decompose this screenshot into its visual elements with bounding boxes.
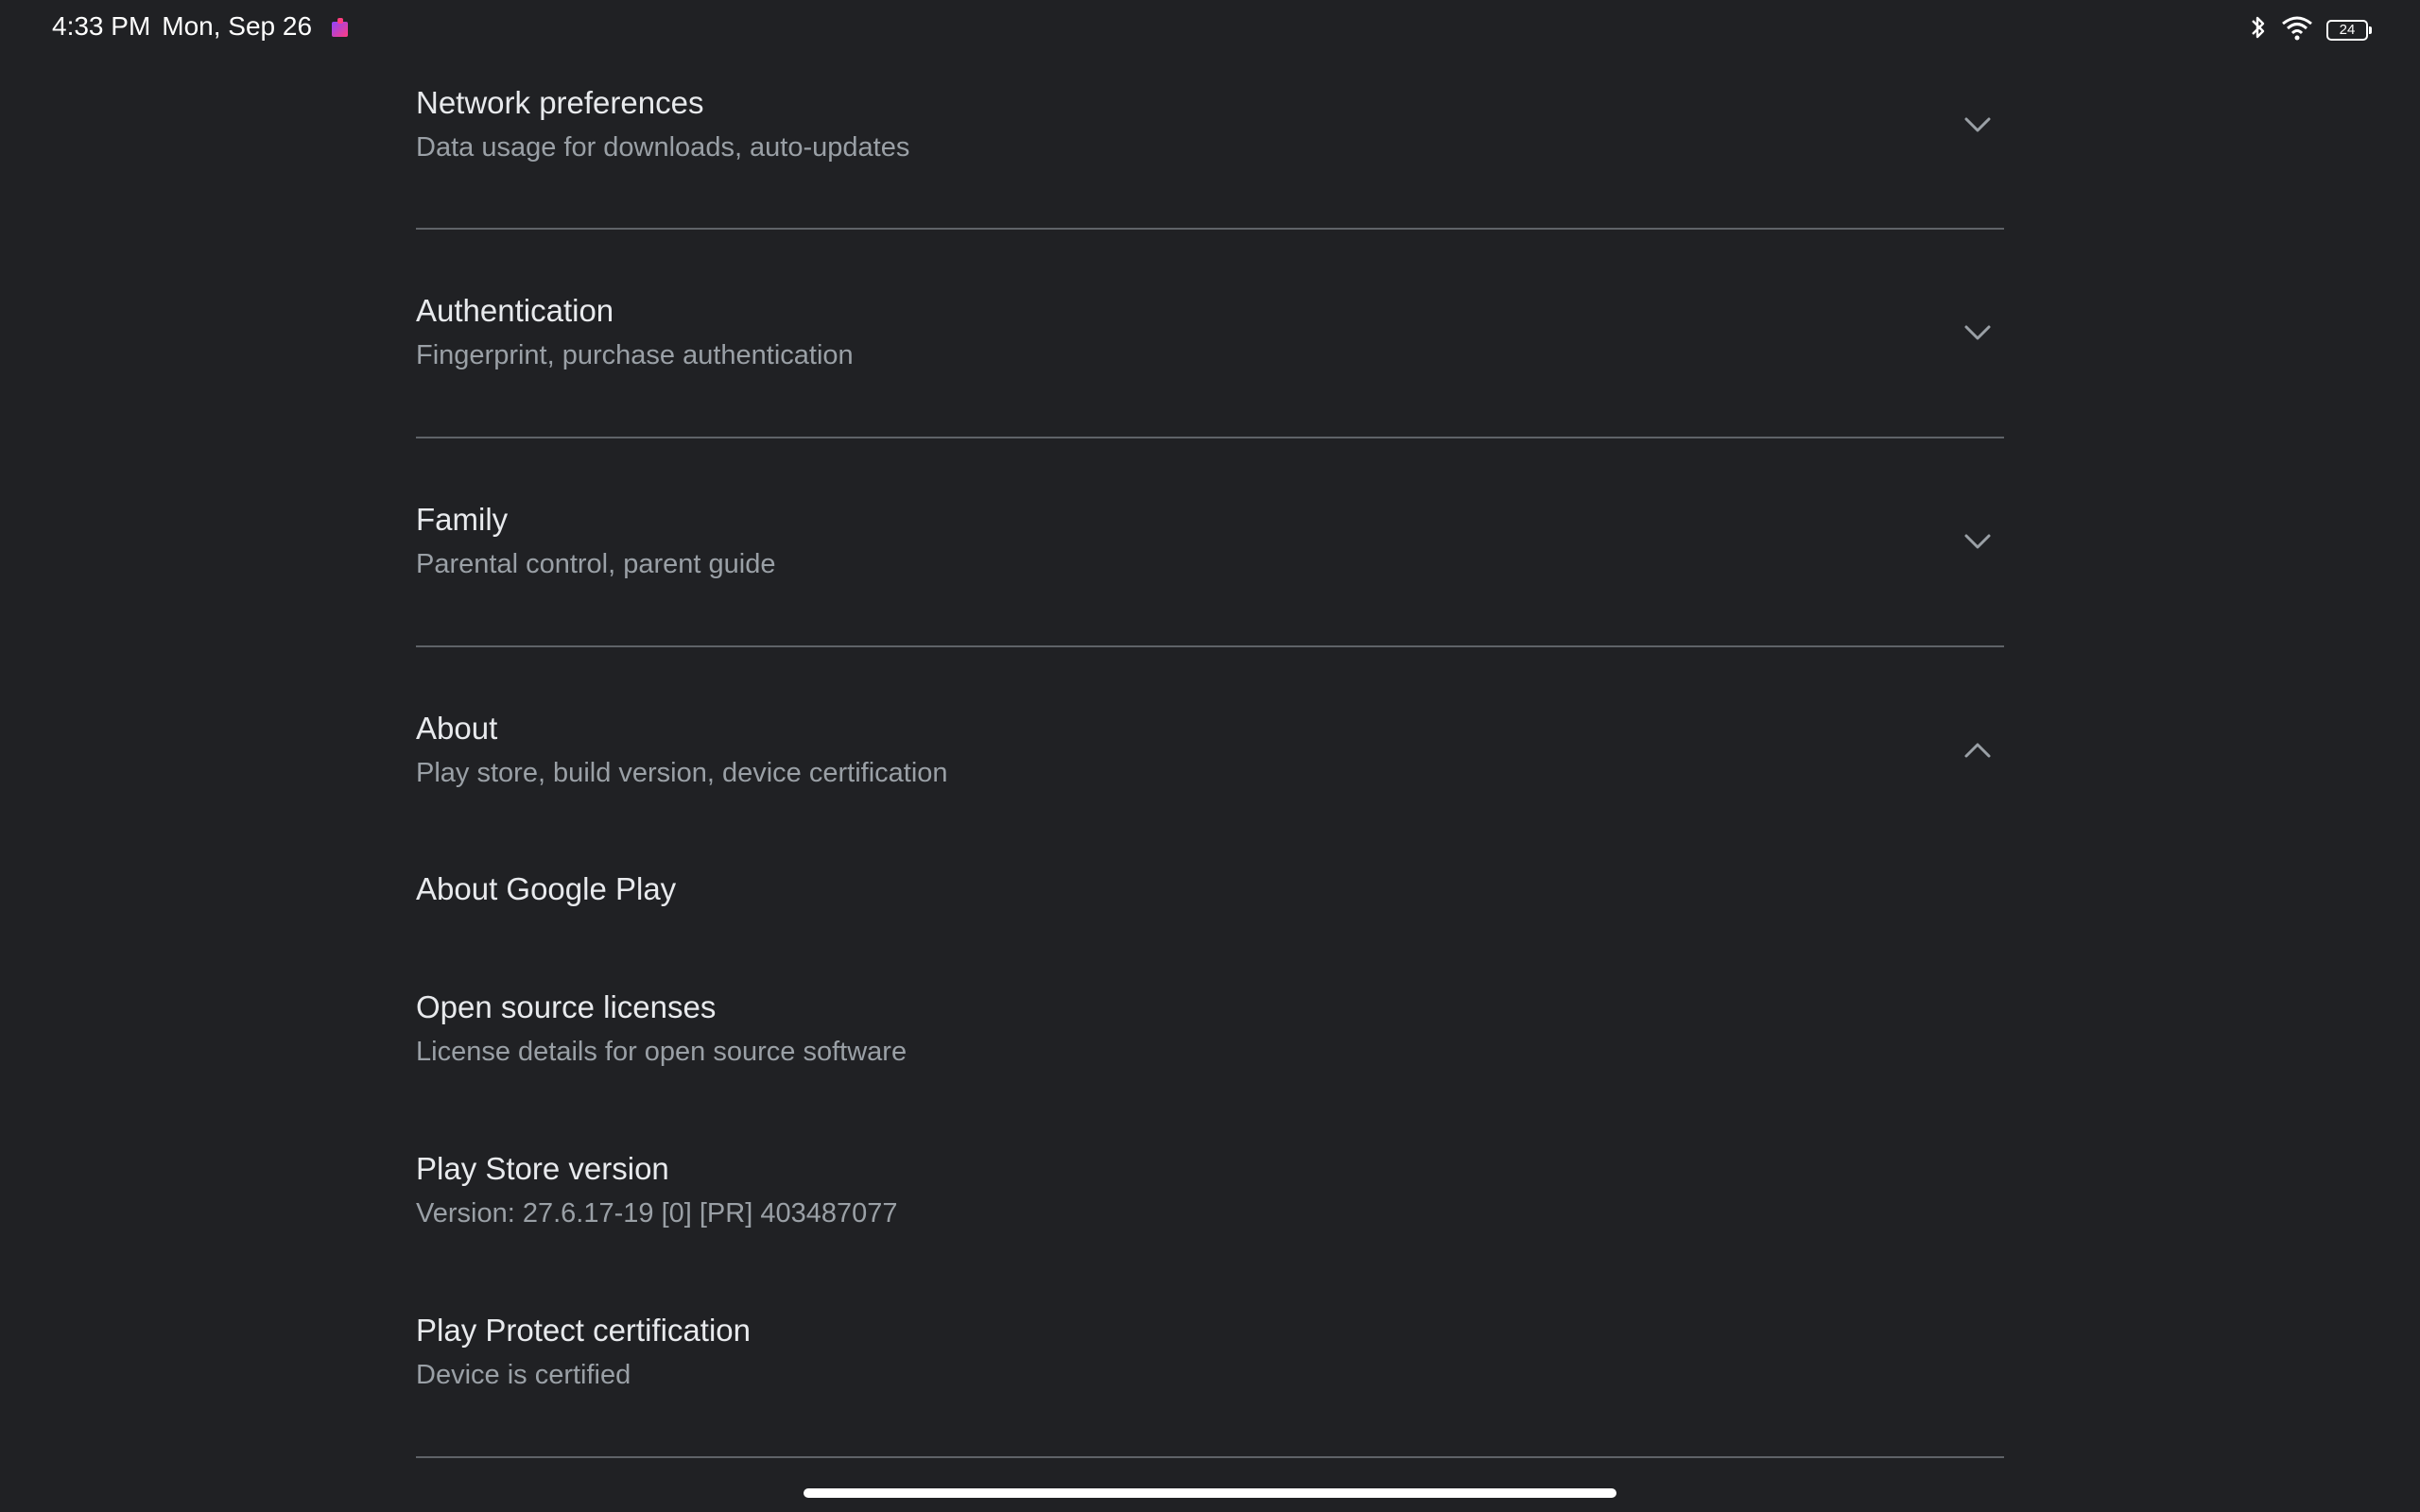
about-google-play-item[interactable]: About Google Play: [416, 860, 2004, 954]
divider: [416, 228, 2004, 230]
divider: [416, 437, 2004, 438]
section-subtitle: Fingerprint, purchase authentication: [416, 340, 854, 370]
section-title: About: [416, 711, 498, 746]
chevron-down-icon[interactable]: [1961, 524, 1995, 558]
chevron-down-icon[interactable]: [1961, 108, 1995, 142]
wifi-icon: [2281, 14, 2313, 45]
item-subtitle: License details for open source software: [416, 1037, 908, 1067]
section-network-preferences[interactable]: Network preferences Data usage for downl…: [416, 76, 2004, 217]
open-source-licenses-item[interactable]: Open source licenses License details for…: [416, 978, 2004, 1110]
section-subtitle: Data usage for downloads, auto-updates: [416, 132, 910, 163]
chevron-down-icon[interactable]: [1961, 316, 1995, 350]
battery-level: 24: [2339, 22, 2356, 38]
section-family[interactable]: Family Parental control, parent guide: [416, 492, 2004, 634]
chevron-up-icon[interactable]: [1961, 733, 1995, 767]
gesture-nav-handle[interactable]: [804, 1488, 1616, 1498]
item-title: Play Store version: [416, 1151, 669, 1186]
bluetooth-icon: [2249, 13, 2268, 46]
battery-icon: 24: [2326, 19, 2372, 41]
item-subtitle: Version: 27.6.17-19 [0] [PR] 403487077: [416, 1198, 898, 1228]
section-title: Family: [416, 502, 509, 537]
item-subtitle: Device is certified: [416, 1360, 631, 1390]
status-right: 24: [2249, 13, 2372, 46]
section-about[interactable]: About Play store, build version, device …: [416, 701, 2004, 843]
divider: [416, 645, 2004, 647]
section-subtitle: Parental control, parent guide: [416, 549, 776, 579]
status-date: Mon, Sep 26: [162, 11, 313, 41]
item-title: Open source licenses: [416, 989, 717, 1024]
status-time: 4:33 PM: [52, 11, 151, 41]
status-bar: 4:33 PM Mon, Sep 26 24: [0, 0, 2420, 57]
section-subtitle: Play store, build version, device certif…: [416, 758, 948, 788]
play-protect-certification-item[interactable]: Play Protect certification Device is cer…: [416, 1301, 2004, 1434]
section-title: Authentication: [416, 293, 614, 328]
section-authentication[interactable]: Authentication Fingerprint, purchase aut…: [416, 284, 2004, 425]
settings-screen: 4:33 PM Mon, Sep 26 24 Network preferenc…: [0, 0, 2420, 1512]
play-store-version-item[interactable]: Play Store version Version: 27.6.17-19 […: [416, 1140, 2004, 1272]
item-title: About Google Play: [416, 871, 677, 906]
section-title: Network preferences: [416, 85, 704, 120]
item-title: Play Protect certification: [416, 1313, 751, 1348]
status-left: 4:33 PM Mon, Sep 26: [52, 11, 352, 42]
notification-app-icon: [329, 15, 352, 38]
divider: [416, 1456, 2004, 1458]
